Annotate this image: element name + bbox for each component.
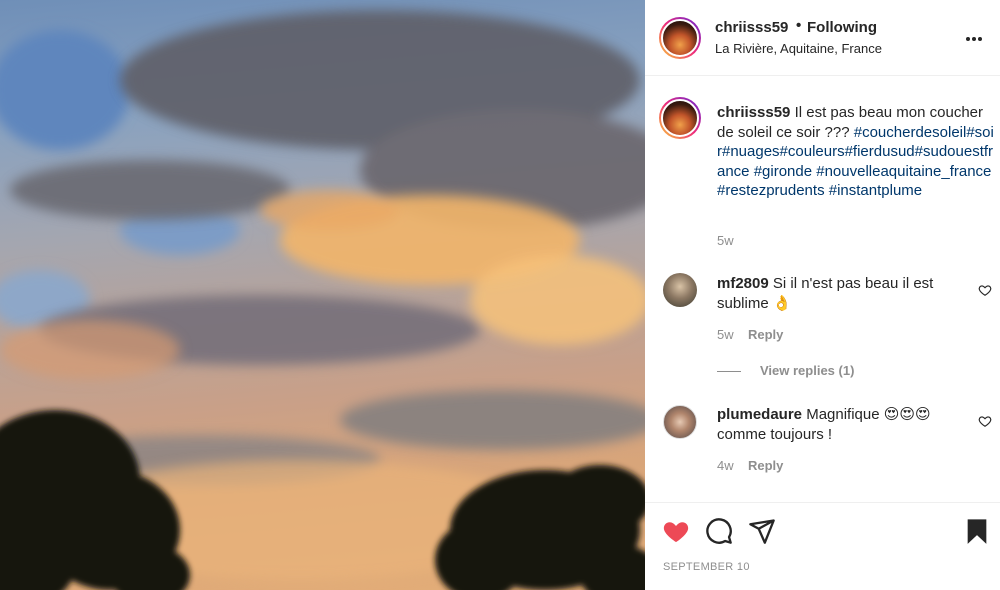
caption-avatar[interactable]: [659, 97, 701, 139]
heart-icon[interactable]: [662, 517, 690, 545]
commenter-avatar[interactable]: [663, 273, 697, 307]
post-actions-bar: SEPTEMBER 10: [645, 502, 1000, 590]
comment-body: plumedaure Magnifique 😍😍😍 comme toujours…: [717, 405, 957, 444]
paper-plane-icon[interactable]: [748, 517, 776, 545]
reply-button[interactable]: Reply: [748, 458, 783, 473]
caption-username[interactable]: chriisss59: [717, 104, 790, 121]
view-replies-button[interactable]: View replies (1): [760, 363, 854, 378]
following-button[interactable]: Following: [807, 19, 877, 36]
like-comment-heart-icon[interactable]: [978, 414, 992, 428]
comment-username[interactable]: mf2809: [717, 275, 769, 292]
caption-avatar-image: [661, 99, 699, 137]
comment-bubble-icon[interactable]: [705, 517, 733, 545]
comment-username[interactable]: plumedaure: [717, 406, 802, 423]
post-date[interactable]: SEPTEMBER 10: [663, 561, 750, 573]
caption: chriisss59 Il est pas beau mon coucher d…: [717, 103, 995, 201]
post-header: chriisss59 • Following La Rivière, Aquit…: [645, 0, 1000, 76]
caption-time[interactable]: 5w: [717, 233, 734, 248]
header-separator: •: [796, 17, 802, 34]
author-avatar[interactable]: [659, 17, 701, 59]
more-options-icon[interactable]: [966, 28, 986, 48]
author-username[interactable]: chriisss59: [715, 19, 788, 36]
comment-time[interactable]: 5w: [717, 327, 734, 342]
sunset-sky-image: [0, 10, 645, 590]
comment-body: mf2809 Si il n'est pas beau il est subli…: [717, 274, 957, 313]
post-details-panel: chriisss59 • Following La Rivière, Aquit…: [645, 0, 1000, 590]
bookmark-icon[interactable]: [963, 517, 991, 545]
reply-button[interactable]: Reply: [748, 327, 783, 342]
like-comment-heart-icon[interactable]: [978, 283, 992, 297]
commenter-avatar[interactable]: [663, 405, 697, 439]
post-photo[interactable]: [0, 0, 645, 590]
post-location[interactable]: La Rivière, Aquitaine, France: [715, 41, 882, 56]
view-replies-line: [717, 371, 741, 372]
author-avatar-image: [661, 19, 699, 57]
comment-time[interactable]: 4w: [717, 458, 734, 473]
comments-section[interactable]: chriisss59 Il est pas beau mon coucher d…: [645, 77, 1000, 502]
